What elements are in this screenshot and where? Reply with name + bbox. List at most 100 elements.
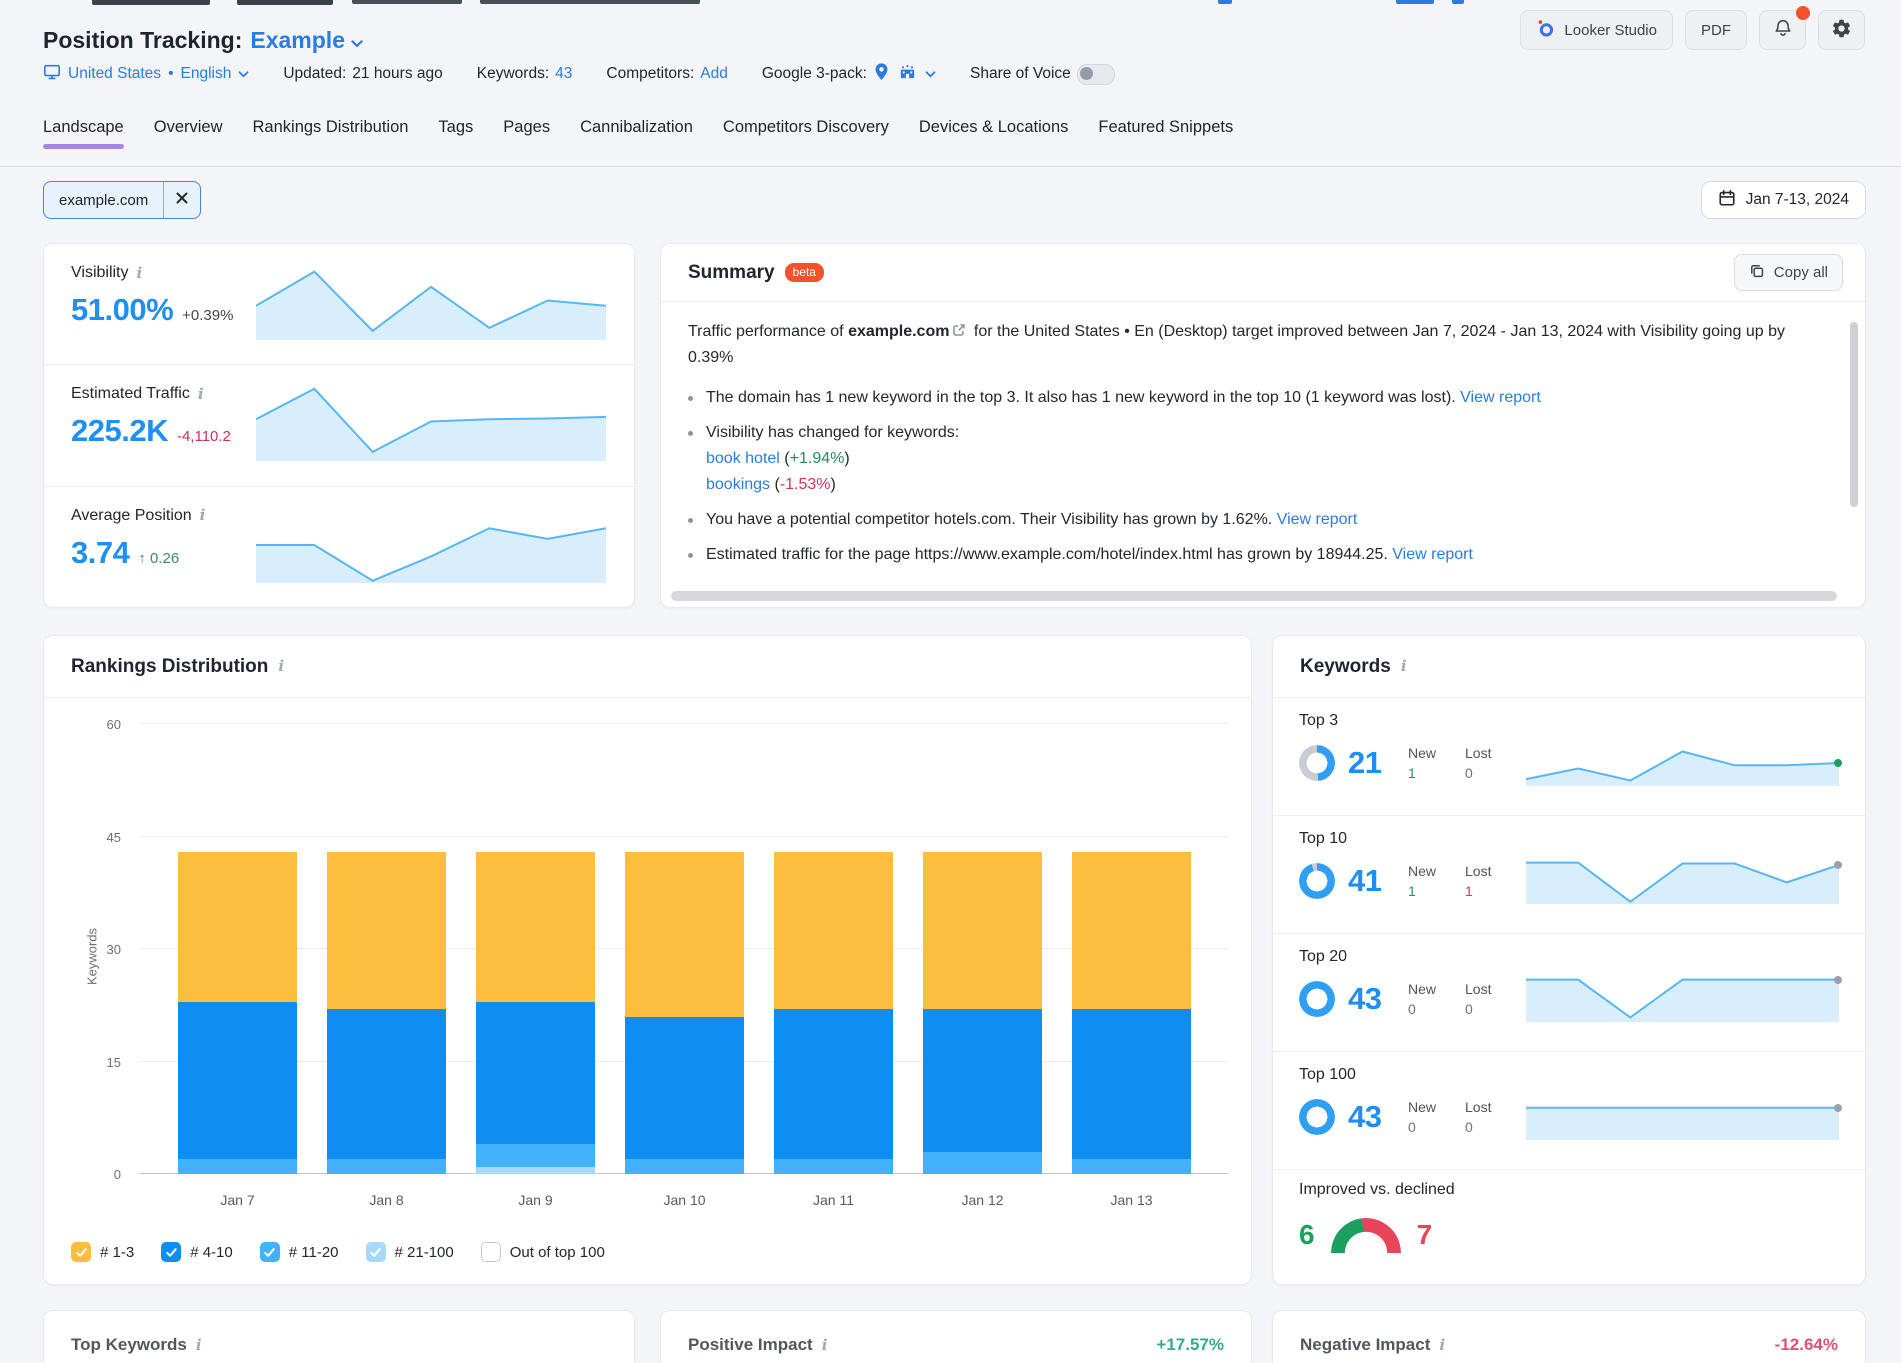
kw-donut (1299, 745, 1335, 781)
info-icon[interactable]: i (196, 1338, 202, 1353)
bar-segment-4-10[interactable] (923, 1009, 1042, 1152)
info-icon[interactable]: i (278, 659, 284, 674)
metric-sparkline (256, 507, 606, 583)
tab-featured-snippets[interactable]: Featured Snippets (1098, 118, 1233, 155)
info-icon[interactable]: i (822, 1338, 828, 1353)
kw-count: 43 (1348, 981, 1400, 1017)
keywords-row-top-10: Top 1041New1Lost1 (1273, 816, 1865, 934)
google-3pack-selector[interactable] (873, 62, 936, 86)
bar-segment-1-3[interactable] (476, 852, 595, 1002)
positive-impact-value: +17.57% (1156, 1335, 1224, 1355)
summary-header: Summary beta Copy all (661, 244, 1865, 302)
summary-link[interactable]: book hotel (706, 450, 780, 467)
bar-segment-1-3[interactable] (178, 852, 297, 1002)
summary-link[interactable]: View report (1460, 389, 1541, 406)
kw-lost-value: 0 (1465, 999, 1514, 1019)
kw-sparkline (1526, 858, 1839, 904)
looker-studio-button[interactable]: Looker Studio (1520, 10, 1673, 50)
bar-jan-9[interactable] (476, 852, 595, 1175)
chip-close-button[interactable] (163, 182, 200, 218)
tab-overview[interactable]: Overview (154, 118, 223, 155)
bar-segment-11-20[interactable] (923, 1152, 1042, 1175)
tab-competitors-discovery[interactable]: Competitors Discovery (723, 118, 889, 155)
copy-all-button[interactable]: Copy all (1734, 254, 1843, 291)
bar-segment-4-10[interactable] (625, 1017, 744, 1160)
legend-checkbox[interactable] (366, 1242, 386, 1262)
x-tick-label: Jan 11 (813, 1192, 854, 1208)
bar-segment-11-20[interactable] (327, 1159, 446, 1174)
bar-jan-8[interactable] (327, 852, 446, 1175)
bar-segment-1-3[interactable] (625, 852, 744, 1017)
header-actions: Looker Studio PDF (1520, 10, 1865, 50)
competitors-add-link[interactable]: Add (700, 65, 728, 83)
summary-horizontal-scrollbar[interactable] (671, 591, 1837, 601)
summary-bullet: The domain has 1 new keyword in the top … (688, 385, 1817, 411)
bullet-dot (688, 431, 693, 436)
bar-jan-12[interactable] (923, 852, 1042, 1175)
bar-jan-7[interactable] (178, 852, 297, 1175)
info-icon[interactable]: i (200, 508, 206, 523)
bar-segment-1-3[interactable] (1072, 852, 1191, 1010)
location-language-selector[interactable]: United States • English (43, 63, 249, 86)
legend-label: Out of top 100 (510, 1244, 605, 1261)
project-selector[interactable]: Example (250, 27, 363, 54)
notifications-button[interactable] (1759, 10, 1806, 50)
bar-jan-10[interactable] (625, 852, 744, 1175)
summary-link[interactable]: View report (1277, 511, 1358, 528)
tab-tags[interactable]: Tags (438, 118, 473, 155)
summary-vertical-scrollbar[interactable] (1850, 322, 1858, 507)
tab-landscape[interactable]: Landscape (43, 118, 124, 155)
kw-sparkline (1526, 1094, 1839, 1140)
legend-checkbox[interactable] (71, 1242, 91, 1262)
bar-segment-11-20[interactable] (774, 1159, 893, 1174)
kw-new-value: 1 (1408, 763, 1457, 783)
tab-cannibalization[interactable]: Cannibalization (580, 118, 693, 155)
share-of-voice-toggle[interactable] (1077, 64, 1115, 85)
info-icon[interactable]: i (137, 266, 143, 281)
metric-visibility: Visibilityi51.00%+0.39% (44, 244, 634, 365)
bar-segment-11-20[interactable] (178, 1159, 297, 1174)
rankings-title: Rankings Distribution (71, 656, 268, 678)
bar-segment-11-20[interactable] (476, 1144, 595, 1167)
info-icon[interactable]: i (1401, 659, 1407, 674)
info-icon[interactable]: i (1439, 1338, 1445, 1353)
tab-pages[interactable]: Pages (503, 118, 550, 155)
legend-item-1-3: # 1-3 (71, 1242, 134, 1262)
info-icon[interactable]: i (198, 387, 204, 402)
kw-lost-col: Lost1 (1465, 861, 1514, 901)
bar-segment-4-10[interactable] (178, 1002, 297, 1160)
domain-filter-chip: example.com (43, 181, 201, 219)
keywords-title: Keywords (1300, 656, 1391, 678)
summary-text: ) (831, 476, 836, 493)
tab-rankings-distribution[interactable]: Rankings Distribution (253, 118, 409, 155)
summary-link[interactable]: bookings (706, 476, 770, 493)
gear-icon (1831, 18, 1852, 43)
legend-checkbox[interactable] (161, 1242, 181, 1262)
bar-segment-11-20[interactable] (1072, 1159, 1191, 1174)
legend-checkbox[interactable] (260, 1242, 280, 1262)
metric-value: 225.2K (71, 413, 168, 449)
metric-value: 51.00% (71, 292, 173, 328)
bar-segment-1-3[interactable] (774, 852, 893, 1010)
settings-button[interactable] (1818, 10, 1865, 50)
legend-checkbox[interactable] (481, 1242, 501, 1262)
declined-count: 7 (1417, 1219, 1433, 1251)
date-range-picker[interactable]: Jan 7-13, 2024 (1701, 181, 1866, 219)
bar-segment-1-3[interactable] (327, 852, 446, 1010)
summary-card: Summary beta Copy all Traffic performanc… (660, 243, 1866, 608)
keywords-count-link[interactable]: 43 (555, 65, 572, 83)
tab-devices-locations[interactable]: Devices & Locations (919, 118, 1069, 155)
bar-jan-13[interactable] (1072, 852, 1191, 1175)
legend-label: # 1-3 (100, 1244, 134, 1261)
bar-segment-11-20[interactable] (625, 1159, 744, 1174)
bar-segment-21-100[interactable] (476, 1167, 595, 1175)
bar-segment-4-10[interactable] (327, 1009, 446, 1159)
bar-segment-4-10[interactable] (774, 1009, 893, 1159)
bar-segment-4-10[interactable] (1072, 1009, 1191, 1159)
bar-segment-1-3[interactable] (923, 852, 1042, 1010)
bar-segment-4-10[interactable] (476, 1002, 595, 1145)
pdf-button[interactable]: PDF (1685, 10, 1747, 50)
bar-jan-11[interactable] (774, 852, 893, 1175)
summary-link[interactable]: View report (1392, 546, 1473, 563)
summary-text: The domain has 1 new keyword in the top … (706, 389, 1460, 406)
